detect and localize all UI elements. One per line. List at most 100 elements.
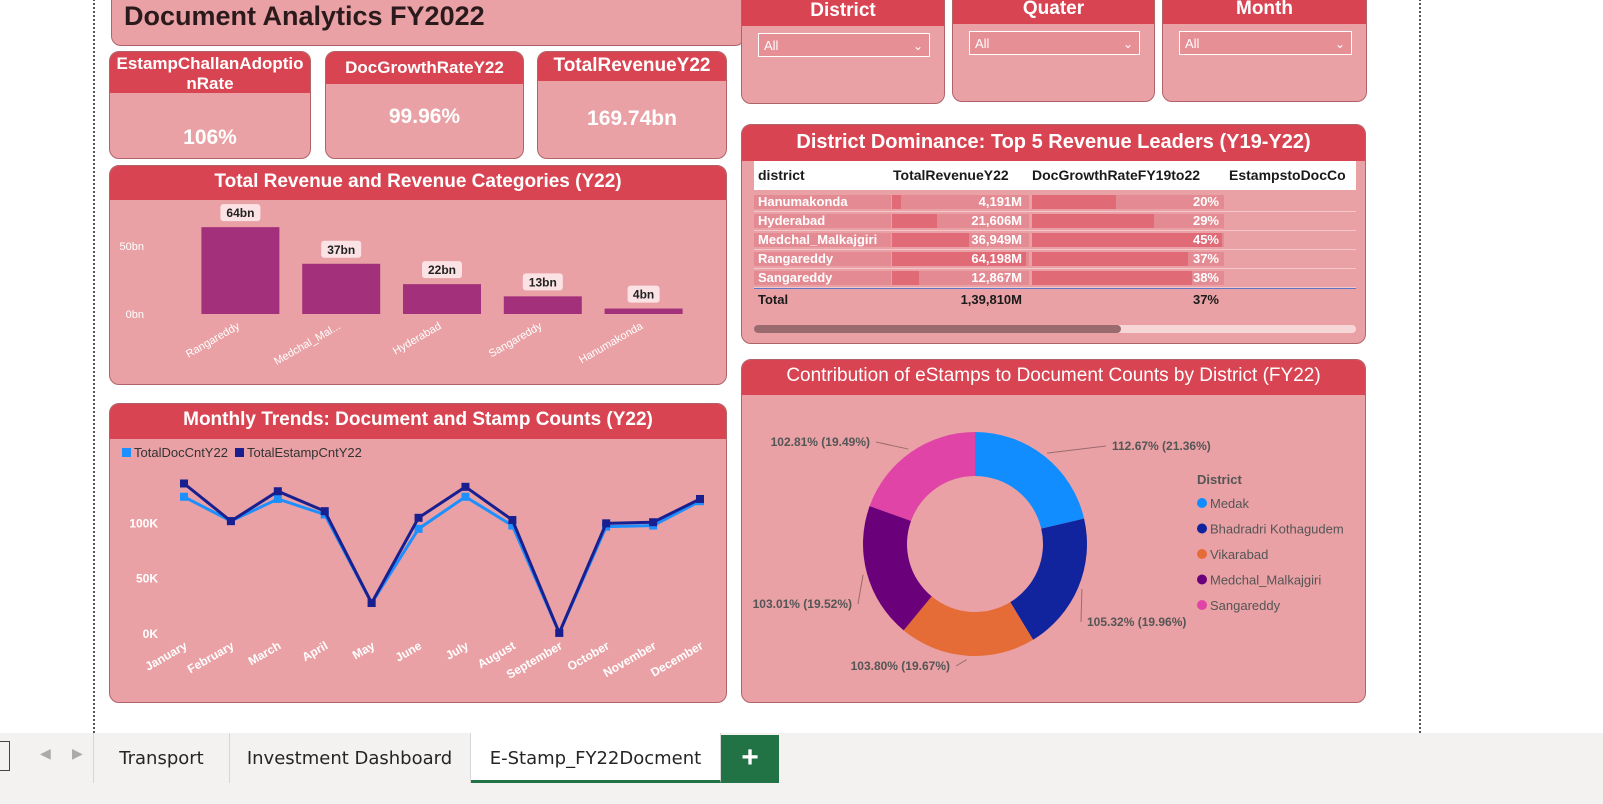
- revenue-cell: 21,606M: [971, 213, 1022, 228]
- chevron-down-icon: ⌄: [912, 39, 923, 53]
- revenue-chart-card: Total Revenue and Revenue Categories (Y2…: [109, 165, 727, 385]
- table-row[interactable]: Sangareddy 12,867M 38%: [754, 269, 1356, 288]
- leader-line: [1080, 588, 1083, 623]
- district-cell: Hanumakonda: [758, 194, 848, 209]
- revenue-cell: 12,867M: [971, 270, 1022, 285]
- legend-label: Bhadradri Kothagudem: [1210, 522, 1344, 537]
- data-label: 4bn: [633, 288, 654, 302]
- table-header: district TotalRevenueY22 DocGrowthRateFY…: [754, 161, 1356, 190]
- legend-label: Medchal_Malkajgiri: [1210, 573, 1321, 588]
- revenue-cell: 4,191M: [978, 194, 1022, 209]
- month-dropdown[interactable]: All ⌄: [1179, 31, 1352, 55]
- series-point: [461, 492, 470, 501]
- x-tick-label: Hyderabad: [391, 320, 444, 357]
- legend-label: TotalDocCntY22: [134, 445, 228, 460]
- slice-label: 112.67% (21.36%): [1112, 439, 1211, 453]
- x-tick-label: Hanumakonda: [577, 320, 646, 367]
- tab-estamp-fy22[interactable]: E-Stamp_FY22Docment: [471, 733, 721, 783]
- table-title: District Dominance: Top 5 Revenue Leader…: [742, 125, 1365, 161]
- scroll-left-icon[interactable]: ◀: [40, 745, 51, 762]
- monthly-trends-card: Monthly Trends: Document and Stamp Count…: [109, 403, 727, 703]
- slice-label: 103.80% (19.67%): [851, 659, 950, 673]
- x-tick-label: February: [185, 638, 237, 676]
- legend-label: Sangareddy: [1210, 598, 1281, 613]
- x-tick-label: March: [246, 638, 284, 668]
- series-point: [555, 628, 564, 637]
- series-point: [226, 517, 235, 526]
- legend-title: District: [1197, 472, 1242, 487]
- x-tick-label: Medchal_Mal...: [272, 320, 343, 368]
- leader-line: [857, 574, 864, 605]
- kpi-label: EstampChallanAdoptio nRate: [110, 52, 310, 93]
- add-sheet-button[interactable]: +: [721, 735, 779, 783]
- district-cell: Rangareddy: [758, 251, 834, 266]
- table-row[interactable]: Hyderabad 21,606M 29%: [754, 212, 1356, 231]
- sheet-tab-bar: ◀ ▶ Transport Investment Dashboard E-Sta…: [0, 733, 1603, 804]
- slicer-district: District All ⌄: [741, 0, 945, 104]
- series-point: [602, 519, 611, 528]
- kpi-label: DocGrowthRateY22: [326, 52, 523, 84]
- series-line: [183, 494, 701, 637]
- table-body: Hanumakonda 4,191M 20% Hyderabad 21,606M 29% M…: [754, 193, 1356, 288]
- revenue-data-bar: [892, 214, 938, 228]
- y-tick-label: 100K: [129, 516, 158, 530]
- legend-swatch: [122, 448, 131, 457]
- monthly-line-chart: TotalDocCntY22 TotalEstampCntY22 0K 50K 100K…: [122, 445, 706, 682]
- table-row[interactable]: Rangareddy 64,198M 37%: [754, 250, 1356, 269]
- slicer-quarter: Quater All ⌄: [952, 0, 1155, 102]
- leader-line: [955, 659, 967, 667]
- data-label: 64bn: [226, 206, 254, 220]
- x-tick-label: January: [143, 638, 190, 673]
- leader-line: [1047, 445, 1107, 454]
- series-point: [273, 494, 282, 503]
- tab-investment-dashboard[interactable]: Investment Dashboard: [229, 733, 471, 783]
- series-point: [649, 518, 658, 527]
- series-point: [696, 494, 704, 503]
- kpi-value: 106%: [183, 126, 237, 149]
- table-row[interactable]: Medchal_Malkajgiri 36,949M 45%: [754, 231, 1356, 250]
- growth-cell: 37%: [1192, 251, 1219, 266]
- col-header-revenue[interactable]: TotalRevenueY22: [893, 167, 1009, 183]
- donut-chart-card: Contribution of eStamps to Document Coun…: [741, 359, 1366, 703]
- estamp-donut-chart: 112.67% (21.36%) 105.32% (19.96%) 103.80% …: [753, 432, 1344, 673]
- kpi-card-doc-growth: DocGrowthRateY22 99.96%: [325, 51, 524, 159]
- scroll-right-icon[interactable]: ▶: [72, 745, 83, 762]
- sheet-list-icon[interactable]: [0, 741, 10, 771]
- report-canvas: Document Analytics FY2022 EstampChallanA…: [93, 0, 1421, 740]
- dashboard-title-card: Document Analytics FY2022: [111, 0, 745, 46]
- district-dropdown[interactable]: All ⌄: [758, 33, 930, 57]
- kpi-label: TotalRevenueY22: [538, 52, 726, 81]
- revenue-bar: [201, 227, 280, 314]
- legend-label: Medak: [1210, 496, 1250, 511]
- col-header-estamps[interactable]: EstampstoDocCo: [1229, 167, 1346, 183]
- donut-slice: [869, 432, 975, 521]
- series-point: [461, 482, 470, 491]
- slicer-month: Month All ⌄: [1162, 0, 1367, 102]
- kpi-value: 169.74bn: [587, 107, 677, 130]
- leader-line: [875, 441, 909, 450]
- x-tick-label: June: [393, 638, 425, 664]
- slicer-label: Quater: [953, 0, 1154, 24]
- data-label: 13bn: [529, 275, 557, 289]
- series-point: [273, 487, 282, 496]
- tab-transport[interactable]: Transport: [93, 733, 230, 783]
- chevron-down-icon: ⌄: [1334, 37, 1345, 51]
- total-revenue: 1,39,810M: [960, 292, 1022, 307]
- series-point: [180, 479, 188, 488]
- table-scrollbar[interactable]: [754, 325, 1356, 333]
- dropdown-value: All: [1185, 36, 1200, 51]
- chart-title: Contribution of eStamps to Document Coun…: [742, 360, 1365, 395]
- revenue-data-bar: [892, 195, 901, 209]
- kpi-card-total-revenue: TotalRevenueY22 169.74bn: [537, 51, 727, 159]
- district-table-card: District Dominance: Top 5 Revenue Leader…: [741, 124, 1366, 344]
- legend-marker: [1197, 549, 1207, 559]
- y-tick-label: 50K: [136, 572, 158, 586]
- table-scrollbar-thumb[interactable]: [754, 325, 1121, 333]
- table-row[interactable]: Hanumakonda 4,191M 20%: [754, 193, 1356, 212]
- donut-slice: [975, 432, 1085, 529]
- quarter-dropdown[interactable]: All ⌄: [969, 31, 1140, 55]
- kpi-value: 99.96%: [388, 105, 461, 128]
- col-header-growth[interactable]: DocGrowthRateFY19to22: [1032, 167, 1200, 183]
- col-header-district[interactable]: district: [758, 167, 805, 183]
- revenue-data-bar: [892, 271, 919, 285]
